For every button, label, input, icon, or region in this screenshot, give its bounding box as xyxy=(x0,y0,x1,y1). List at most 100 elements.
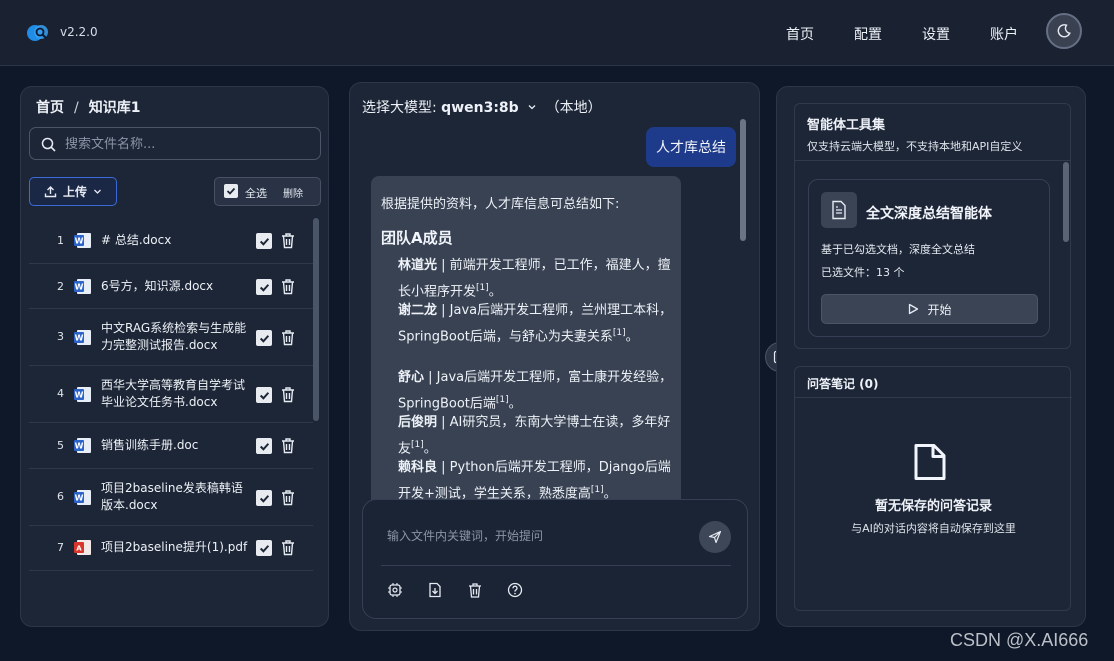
trash-icon[interactable] xyxy=(280,539,296,556)
citation-ref[interactable]: [1] xyxy=(476,283,489,293)
upload-button[interactable]: 上传 xyxy=(29,177,117,206)
svg-text:W: W xyxy=(75,283,84,292)
file-row[interactable]: 3 W 中文RAG系统检索与生成能力完整测试报告.docx xyxy=(29,309,313,366)
file-list: 1 W # 总结.docx 2 W 6号方，知识源.docx 3 W 中文RAG… xyxy=(29,218,313,571)
top-bar: v2.2.0 首页 配置 设置 账户 xyxy=(0,0,1114,66)
file-index: 2 xyxy=(57,280,64,293)
chat-scrollbar[interactable] xyxy=(740,119,746,241)
agent-card: 全文深度总结智能体 基于已勾选文档，深度全文总结 已选文件：13 个 开始 xyxy=(808,179,1050,337)
notes-title: 问答笔记 (0) xyxy=(807,377,879,391)
file-checkbox[interactable] xyxy=(256,330,272,346)
file-search-input[interactable] xyxy=(65,134,310,154)
breadcrumb-home[interactable]: 首页 xyxy=(36,100,64,116)
person-name: 舒心 xyxy=(398,370,425,385)
download-file-icon[interactable] xyxy=(427,582,443,598)
person-tail: 。 xyxy=(488,284,502,300)
check-icon xyxy=(259,544,269,553)
word-file-icon: W xyxy=(74,490,91,505)
start-label: 开始 xyxy=(927,302,952,317)
file-row[interactable]: 1 W # 总结.docx xyxy=(29,218,313,264)
nav-home[interactable]: 首页 xyxy=(786,24,814,44)
person-name: 谢二龙 xyxy=(398,303,438,318)
toolset-scrollbar[interactable] xyxy=(1063,162,1069,242)
word-file-icon: W xyxy=(74,438,91,453)
agent-title: 全文深度总结智能体 xyxy=(866,206,992,222)
file-checkbox[interactable] xyxy=(256,387,272,403)
file-row[interactable]: 6 W 项目2baseline发表稿韩语版本.docx xyxy=(29,469,313,526)
notes-divider xyxy=(795,397,1072,398)
selected-files-count: 已选文件：13 个 xyxy=(821,266,905,279)
person-tail: 。 xyxy=(625,329,639,345)
settings-chip-icon[interactable] xyxy=(387,582,403,598)
trash-icon[interactable] xyxy=(280,489,296,506)
upload-icon xyxy=(44,186,57,198)
file-row[interactable]: 2 W 6号方，知识源.docx xyxy=(29,264,313,309)
chat-input[interactable] xyxy=(387,526,687,546)
start-agent-button[interactable]: 开始 xyxy=(821,294,1038,324)
model-selector-label: 选择大模型: xyxy=(362,100,437,116)
app-logo-icon[interactable] xyxy=(26,21,50,45)
qa-notes-box: 问答笔记 (0) 暂无保存的问答记录 与AI的对话内容将自动保存到这里 xyxy=(794,366,1072,611)
app-version: v2.2.0 xyxy=(60,25,98,39)
file-list-scrollbar[interactable] xyxy=(313,218,319,421)
file-name: 项目2baseline发表稿韩语版本.docx xyxy=(101,481,243,512)
file-checkbox[interactable] xyxy=(256,438,272,454)
chevron-down-icon xyxy=(94,189,101,194)
nav-settings[interactable]: 设置 xyxy=(922,24,950,44)
file-name: 销售训练手册.doc xyxy=(101,438,199,452)
trash-icon[interactable] xyxy=(280,278,296,295)
nav-config[interactable]: 配置 xyxy=(854,24,882,44)
clear-chat-trash-icon[interactable] xyxy=(467,582,483,598)
file-checkbox[interactable] xyxy=(256,540,272,556)
citation-ref[interactable]: [1] xyxy=(613,328,626,338)
send-button[interactable] xyxy=(699,521,731,553)
citation-ref[interactable]: [1] xyxy=(496,395,509,405)
model-selector[interactable]: 选择大模型: qwen3:8b （本地） xyxy=(362,97,602,117)
trash-icon[interactable] xyxy=(280,232,296,249)
ai-message-bubble: 根据提供的资料，人才库信息可总结如下: 团队A成员 林道光 | 前端开发工程师，… xyxy=(371,176,681,506)
citation-ref[interactable]: [1] xyxy=(591,485,604,495)
person-name: 林道光 xyxy=(398,258,438,273)
person-desc: | Python后端开发工程师，Django后端开发+测试，学生关系，熟悉度高 xyxy=(398,460,671,502)
bulk-actions-bar: 全选 删除 xyxy=(214,177,321,206)
help-icon[interactable] xyxy=(507,582,523,598)
person-entry: 谢二龙 | Java后端开发工程师，兰州理工本科，SpringBoot后端，与舒… xyxy=(398,300,673,348)
person-entry: 后俊明 | AI研究员，东南大学博士在读，多年好友[1]。 xyxy=(398,412,673,460)
file-row[interactable]: 5 W 销售训练手册.doc xyxy=(29,423,313,469)
input-divider xyxy=(381,565,731,566)
file-search-box xyxy=(29,127,321,160)
breadcrumb-separator: / xyxy=(74,100,79,116)
file-checkbox[interactable] xyxy=(256,490,272,506)
pdf-file-icon: A xyxy=(74,540,91,555)
select-all-label[interactable]: 全选 xyxy=(245,185,267,201)
ai-section-heading: 团队A成员 xyxy=(381,229,453,247)
theme-toggle-button[interactable] xyxy=(1046,13,1082,49)
user-message-bubble: 人才库总结 xyxy=(646,127,736,167)
trash-icon[interactable] xyxy=(280,437,296,454)
citation-ref[interactable]: [1] xyxy=(411,440,424,450)
select-all-checkbox[interactable] xyxy=(224,184,238,198)
model-name: qwen3:8b xyxy=(441,100,519,116)
file-checkbox[interactable] xyxy=(256,279,272,295)
chevron-down-icon xyxy=(528,105,536,110)
word-file-icon: W xyxy=(74,279,91,294)
trash-icon[interactable] xyxy=(280,386,296,403)
svg-text:W: W xyxy=(75,494,84,503)
word-file-icon: W xyxy=(74,233,91,248)
agent-tools-panel: 智能体工具集 仅支持云端大模型，不支持本地和API自定义 全文深度总结智能体 基… xyxy=(776,86,1086,627)
check-icon xyxy=(259,442,269,451)
person-desc: | AI研究员，东南大学博士在读，多年好友 xyxy=(398,415,671,457)
knowledge-base-panel: 首页 / 知识库1 上传 全选 删除 1 W # 总结.docx xyxy=(20,86,329,627)
file-index: 5 xyxy=(57,439,64,452)
file-checkbox[interactable] xyxy=(256,233,272,249)
file-row[interactable]: 4 W 西华大学高等教育自学考试毕业论文任务书.docx xyxy=(29,366,313,423)
file-name: # 总结.docx xyxy=(101,233,172,247)
file-row[interactable]: 7 A 项目2baseline提升(1).pdf xyxy=(29,526,313,571)
chat-input-area xyxy=(362,499,748,619)
search-icon xyxy=(41,137,56,152)
trash-icon[interactable] xyxy=(280,329,296,346)
check-icon xyxy=(259,391,269,400)
nav-account[interactable]: 账户 xyxy=(990,24,1018,44)
svg-text:A: A xyxy=(76,545,82,553)
delete-selected-button[interactable]: 删除 xyxy=(283,185,303,200)
